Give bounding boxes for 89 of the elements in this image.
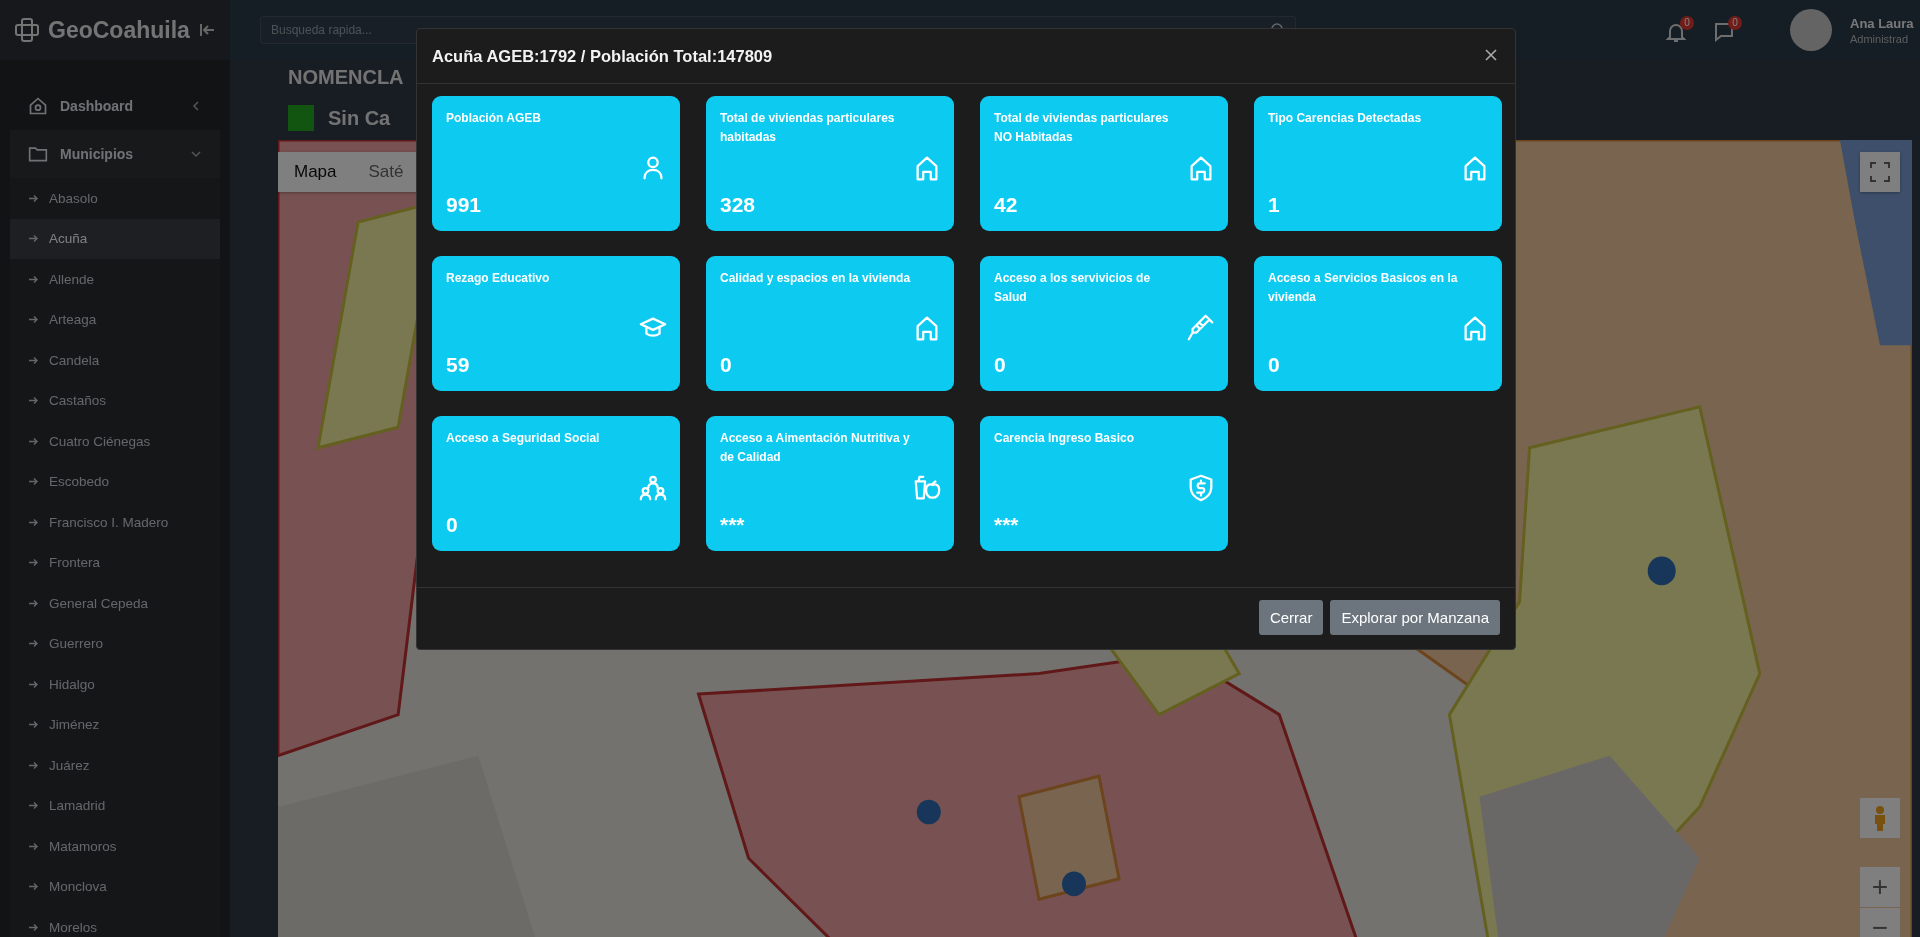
card-value: 0	[994, 353, 1007, 377]
card-value: 0	[446, 513, 459, 537]
card-title: Acceso a Servicios Basicos en la vivienda	[1268, 270, 1459, 306]
card-title: Acceso a los servivicios de Salud	[994, 270, 1152, 306]
municipality-item[interactable]: Frontera	[10, 542, 220, 583]
legend-swatch	[288, 105, 314, 131]
arrow-icon	[28, 800, 39, 812]
zoom-out-button[interactable]: −	[1860, 907, 1900, 937]
close-dialog-button[interactable]: Cerrar	[1258, 600, 1324, 635]
arrow-icon	[28, 719, 39, 731]
arrow-icon	[28, 192, 39, 204]
user-role: Administrad	[1850, 32, 1910, 45]
card-title: Calidad y espacios en la vivienda	[720, 270, 912, 287]
close-icon	[1484, 47, 1498, 62]
arrow-icon	[28, 638, 39, 650]
arrow-icon	[28, 435, 39, 447]
card-value: ***	[994, 513, 1020, 537]
people-icon	[638, 473, 668, 503]
card-value: 42	[994, 193, 1019, 217]
arrow-icon	[28, 516, 39, 528]
nav-item[interactable]: Dashboard	[10, 82, 220, 130]
card-title: Total de viviendas particulares NO Habitadas	[994, 110, 1170, 146]
card-title: Tipo Carencias Detectadas	[1268, 110, 1423, 127]
logo-icon	[14, 17, 40, 43]
syringe-icon	[1186, 313, 1216, 343]
arrow-icon	[28, 678, 39, 690]
arrow-icon	[28, 395, 39, 407]
card-title: Acceso a Aimentación Nutritiva y de Calidad	[720, 430, 911, 466]
card-value: 991	[446, 193, 483, 217]
municipality-item[interactable]: Cuatro Ciénegas	[10, 421, 220, 462]
arrow-icon	[28, 881, 39, 893]
municipality-item[interactable]: Morelos	[10, 907, 220, 937]
arrow-icon	[28, 314, 39, 326]
municipality-item[interactable]: Hidalgo	[10, 664, 220, 705]
municipality-item[interactable]: Monclova	[10, 866, 220, 907]
municipality-item[interactable]: Jiménez	[10, 704, 220, 745]
municipality-item[interactable]: General Cepeda	[10, 583, 220, 624]
arrow-icon	[28, 557, 39, 569]
card-value: ***	[720, 513, 746, 537]
card-value: 1	[1268, 193, 1281, 217]
card-title: Total de viviendas particulares habitadas	[720, 110, 896, 146]
municipality-item[interactable]: Candela	[10, 340, 220, 381]
user-name: Ana Laura	[1850, 15, 1915, 31]
home-icon	[28, 96, 48, 116]
app-title: GeoCoahuila	[48, 16, 190, 44]
municipality-item[interactable]: Abasolo	[10, 178, 220, 219]
card-title: Rezago Educativo	[446, 270, 551, 287]
municipality-item[interactable]: Arteaga	[10, 299, 220, 340]
arrow-icon	[28, 273, 39, 285]
card-value: 59	[446, 353, 471, 377]
legend-label: Sin Ca	[328, 106, 391, 130]
arrow-icon	[28, 759, 39, 771]
municipality-item[interactable]: Escobedo	[10, 461, 220, 502]
arrow-icon	[28, 840, 39, 852]
arrow-icon	[28, 921, 39, 933]
chat-icon[interactable]	[1712, 20, 1736, 44]
nav-item[interactable]: Municipios	[10, 130, 220, 178]
arrow-icon	[28, 476, 39, 488]
notification-count: 0	[1680, 16, 1694, 30]
pegman-button[interactable]	[1860, 797, 1900, 838]
arrow-icon	[28, 597, 39, 609]
municipality-item[interactable]: Matamoros	[10, 826, 220, 867]
municipality-item[interactable]: Allende	[10, 259, 220, 300]
avatar[interactable]	[1790, 9, 1832, 51]
folder-icon	[28, 144, 48, 164]
card-value: 0	[1268, 353, 1281, 377]
municipality-item[interactable]: Guerrero	[10, 623, 220, 664]
modal-title: Acuña AGEB:1792 / Población Total:147809	[432, 46, 773, 66]
nav-label: Dashboard	[60, 98, 135, 114]
municipality-item[interactable]: Lamadrid	[10, 785, 220, 826]
page-title: NOMENCLA	[288, 66, 404, 88]
card-title: Población AGEB	[446, 110, 542, 127]
map-type-tab[interactable]: Mapa	[278, 152, 353, 192]
explore-button[interactable]: Explorar por Manzana	[1330, 600, 1500, 635]
collapse-icon[interactable]	[198, 21, 216, 39]
nav-label: Municipios	[60, 146, 135, 162]
arrow-icon	[28, 233, 39, 245]
fullscreen-icon	[1868, 160, 1892, 184]
municipality-item[interactable]: Acuña	[10, 218, 220, 259]
municipality-item[interactable]: Juárez	[10, 745, 220, 786]
zoom-in-button[interactable]: +	[1860, 866, 1900, 907]
arrow-icon	[28, 354, 39, 366]
message-count: 0	[1728, 16, 1742, 30]
card-value: 0	[720, 353, 733, 377]
municipality-item[interactable]: Castaños	[10, 380, 220, 421]
card-value: 328	[720, 193, 757, 217]
card-title: Carencia Ingreso Basico	[994, 430, 1136, 447]
fullscreen-button[interactable]	[1860, 152, 1900, 192]
card-title: Acceso a Seguridad Social	[446, 430, 601, 447]
